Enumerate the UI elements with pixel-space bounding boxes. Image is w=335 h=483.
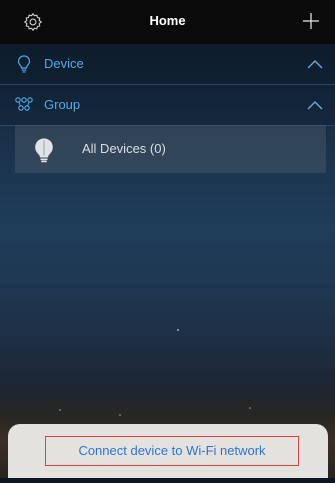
- chevron-up-icon[interactable]: [307, 100, 323, 110]
- page-title: Home: [149, 13, 186, 28]
- bulb-icon: [35, 138, 53, 163]
- section-device[interactable]: Device: [0, 44, 335, 85]
- bulb-outline-icon: [17, 55, 31, 73]
- top-navigation-bar: Home: [0, 0, 335, 44]
- connect-wifi-button[interactable]: Connect device to Wi-Fi network: [45, 436, 299, 466]
- section-group[interactable]: Group: [0, 85, 335, 126]
- group-nodes-icon: [15, 97, 33, 111]
- group-item-all-devices[interactable]: All Devices (0): [15, 125, 326, 173]
- plus-icon[interactable]: [301, 11, 321, 31]
- group-item-label: All Devices (0): [82, 141, 166, 156]
- chevron-up-icon[interactable]: [307, 59, 323, 69]
- action-sheet: Connect device to Wi-Fi network: [8, 424, 328, 478]
- section-group-label: Group: [44, 97, 81, 112]
- section-device-label: Device: [44, 56, 84, 71]
